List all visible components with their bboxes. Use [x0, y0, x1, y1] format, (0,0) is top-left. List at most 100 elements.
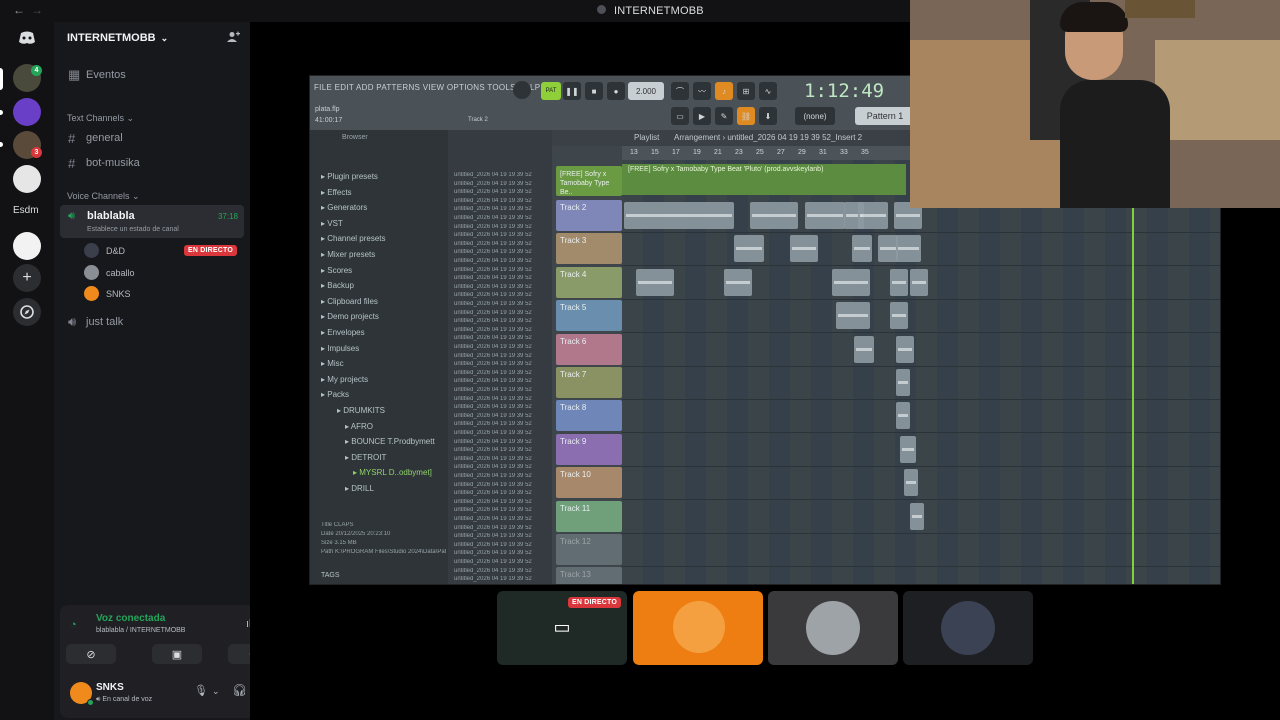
browser-item[interactable]: ▸ Channel presets: [321, 234, 386, 243]
file-row[interactable]: untitled_2026 04 19 19 39 52: [454, 327, 540, 335]
browser-item[interactable]: ▸ Scores: [321, 266, 352, 275]
file-row[interactable]: untitled_2026 04 19 19 39 52: [454, 189, 540, 197]
file-row[interactable]: untitled_2026 04 19 19 39 52: [454, 310, 540, 318]
track-header[interactable]: Track 9: [556, 433, 622, 465]
channel-bot-musika[interactable]: # bot-musika: [60, 152, 244, 174]
browser-item[interactable]: ▸ Packs: [321, 390, 349, 399]
server-folder-label[interactable]: Esdm: [13, 205, 39, 216]
voice-channel-blablabla[interactable]: 🔊︎ blablabla 37:18 Establece un estado d…: [60, 205, 244, 238]
chevron-down-icon[interactable]: ⌄: [212, 686, 220, 697]
track-header[interactable]: Track 13: [556, 567, 622, 584]
track-header[interactable]: Track 2: [556, 200, 622, 231]
browser-item[interactable]: ▸ Plugin presets: [321, 172, 378, 181]
microphone-icon[interactable]: 🎙︎: [194, 684, 208, 697]
file-row[interactable]: untitled_2026 04 19 19 39 52: [454, 473, 540, 481]
file-row[interactable]: untitled_2026 04 19 19 39 52: [454, 335, 540, 343]
browser-item[interactable]: ▸ MYSRL D..odbymet]: [353, 468, 432, 477]
file-row[interactable]: untitled_2026 04 19 19 39 52: [454, 198, 540, 206]
participant-tile-stream[interactable]: ▭ EN DIRECTO: [497, 591, 627, 665]
compass-icon[interactable]: [13, 298, 41, 326]
events-link[interactable]: ▦ Eventos: [60, 64, 244, 86]
server-icon-5[interactable]: [13, 232, 41, 260]
channel-general[interactable]: # general: [60, 127, 244, 149]
signal-icon[interactable]: ◔: [70, 619, 77, 631]
file-row[interactable]: untitled_2026 04 19 19 39 52: [454, 516, 540, 524]
server-icon-4[interactable]: [13, 165, 41, 193]
browser-item[interactable]: ▸ Clipboard files: [321, 297, 378, 306]
file-row[interactable]: untitled_2026 04 19 19 39 52: [454, 241, 540, 249]
file-row[interactable]: untitled_2026 04 19 19 39 52: [454, 267, 540, 275]
file-row[interactable]: untitled_2026 04 19 19 39 52: [454, 318, 540, 326]
browser-item[interactable]: ▸ DRILL: [345, 484, 374, 493]
participant-tile-dnd[interactable]: [903, 591, 1033, 665]
participant-tile-snks[interactable]: [633, 591, 763, 665]
track-header[interactable]: Track 4: [556, 266, 622, 298]
file-row[interactable]: untitled_2026 04 19 19 39 52: [454, 353, 540, 361]
screen-share-button[interactable]: ▣: [152, 644, 202, 664]
track-header[interactable]: Track 11: [556, 500, 622, 532]
channel-status-input[interactable]: Establece un estado de canal: [87, 226, 179, 233]
browser-item[interactable]: ▸ Effects: [321, 188, 352, 197]
file-row[interactable]: untitled_2026 04 19 19 39 52: [454, 439, 540, 447]
browser-item[interactable]: ▸ DETROIT: [345, 453, 386, 462]
file-row[interactable]: untitled_2026 04 19 19 39 52: [454, 413, 540, 421]
browser-item[interactable]: ▸ Generators: [321, 203, 367, 212]
server-icon-2[interactable]: [13, 98, 41, 126]
file-row[interactable]: untitled_2026 04 19 19 39 52: [454, 542, 540, 550]
file-row[interactable]: untitled_2026 04 19 19 39 52: [454, 430, 540, 438]
file-row[interactable]: untitled_2026 04 19 19 39 52: [454, 249, 540, 257]
file-row[interactable]: untitled_2026 04 19 19 39 52: [454, 576, 540, 584]
camera-off-button[interactable]: ⊘: [66, 644, 116, 664]
browser-item[interactable]: ▸ Impulses: [321, 344, 359, 353]
voice-channels-category[interactable]: Voice Channels ⌄: [67, 191, 140, 202]
add-member-icon[interactable]: [227, 31, 240, 46]
track-header[interactable]: Track 6: [556, 333, 622, 365]
file-row[interactable]: untitled_2026 04 19 19 39 52: [454, 490, 540, 498]
text-channels-category[interactable]: Text Channels ⌄: [67, 113, 134, 124]
file-row[interactable]: untitled_2026 04 19 19 39 52: [454, 550, 540, 558]
forward-icon[interactable]: →: [31, 3, 43, 17]
browser-item[interactable]: ▸ DRUMKITS: [337, 406, 385, 415]
add-server-icon[interactable]: +: [13, 264, 41, 292]
headphones-icon[interactable]: 🎧︎: [232, 683, 247, 697]
file-row[interactable]: untitled_2026 04 19 19 39 52: [454, 482, 540, 490]
file-row[interactable]: untitled_2026 04 19 19 39 52: [454, 447, 540, 455]
file-row[interactable]: untitled_2026 04 19 19 39 52: [454, 507, 540, 515]
track-header[interactable]: Track 5: [556, 300, 622, 332]
track-header[interactable]: Track 7: [556, 367, 622, 398]
file-row[interactable]: untitled_2026 04 19 19 39 52: [454, 404, 540, 412]
track-header[interactable]: Track 8: [556, 400, 622, 432]
file-row[interactable]: untitled_2026 04 19 19 39 52: [454, 396, 540, 404]
browser-item[interactable]: ▸ My projects: [321, 375, 368, 384]
file-row[interactable]: untitled_2026 04 19 19 39 52: [454, 559, 540, 567]
file-row[interactable]: untitled_2026 04 19 19 39 52: [454, 421, 540, 429]
file-row[interactable]: untitled_2026 04 19 19 39 52: [454, 284, 540, 292]
track-header[interactable]: Track 3: [556, 233, 622, 265]
file-row[interactable]: untitled_2026 04 19 19 39 52: [454, 525, 540, 533]
file-row[interactable]: untitled_2026 04 19 19 39 52: [454, 258, 540, 266]
browser-item[interactable]: ▸ Mixer presets: [321, 250, 375, 259]
file-row[interactable]: untitled_2026 04 19 19 39 52: [454, 301, 540, 309]
track-header[interactable]: Track 10: [556, 467, 622, 499]
guild-header[interactable]: INTERNETMOBB ⌄: [67, 32, 168, 44]
file-row[interactable]: untitled_2026 04 19 19 39 52: [454, 215, 540, 223]
discord-logo-icon[interactable]: [13, 24, 41, 52]
file-row[interactable]: untitled_2026 04 19 19 39 52: [454, 224, 540, 232]
voice-user-caballo[interactable]: caballo: [84, 265, 135, 280]
browser-item[interactable]: ▸ BOUNCE T.Prodbymett: [345, 437, 435, 446]
file-row[interactable]: untitled_2026 04 19 19 39 52: [454, 378, 540, 386]
file-row[interactable]: untitled_2026 04 19 19 39 52: [454, 206, 540, 214]
voice-channel-just-talk[interactable]: 🔊︎ just talk: [60, 311, 244, 333]
participant-tile-caballo[interactable]: [768, 591, 898, 665]
file-row[interactable]: untitled_2026 04 19 19 39 52: [454, 370, 540, 378]
file-row[interactable]: untitled_2026 04 19 19 39 52: [454, 292, 540, 300]
file-row[interactable]: untitled_2026 04 19 19 39 52: [454, 361, 540, 369]
browser-item[interactable]: ▸ AFRO: [345, 422, 373, 431]
file-row[interactable]: untitled_2026 04 19 19 39 52: [454, 499, 540, 507]
file-row[interactable]: untitled_2026 04 19 19 39 52: [454, 533, 540, 541]
file-row[interactable]: untitled_2026 04 19 19 39 52: [454, 464, 540, 472]
file-row[interactable]: untitled_2026 04 19 19 39 52: [454, 275, 540, 283]
voice-user-snks[interactable]: SNKS: [84, 286, 131, 301]
back-icon[interactable]: ←: [13, 3, 25, 17]
file-row[interactable]: untitled_2026 04 19 19 39 52: [454, 456, 540, 464]
